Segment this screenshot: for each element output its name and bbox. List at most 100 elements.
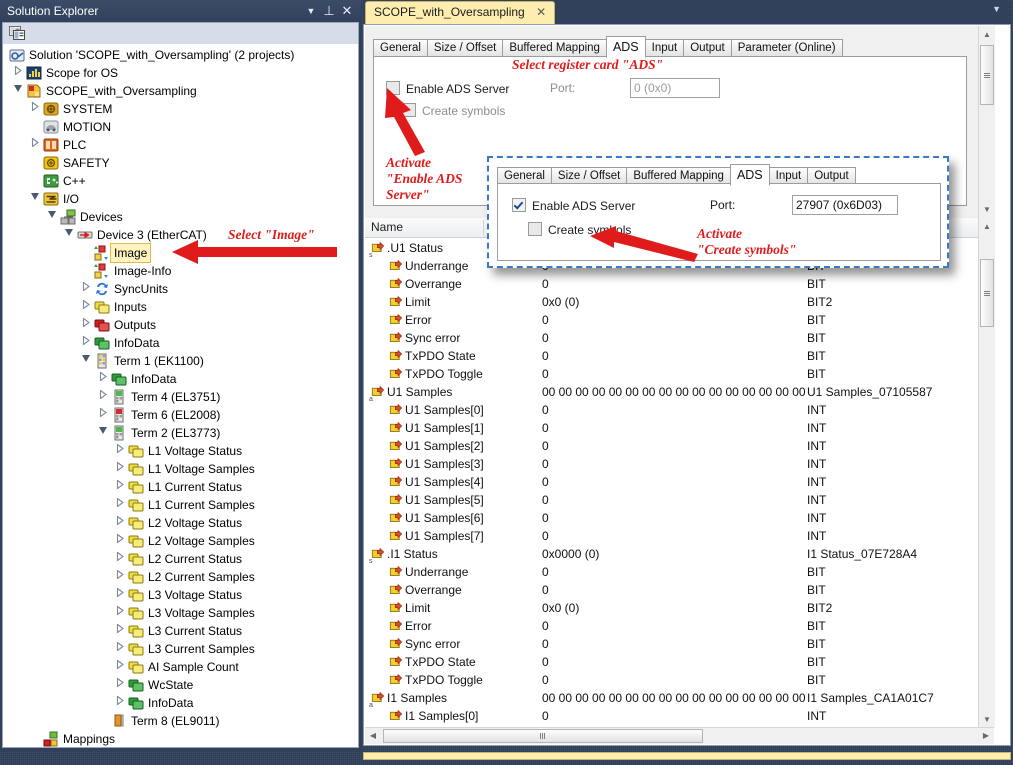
table-row[interactable]: s .I1 Status 0x0000 (0) I1 Status_07E728A4: [365, 545, 995, 565]
tree-item-c[interactable]: C++: [3, 172, 356, 190]
tree-item-system[interactable]: SYSTEM: [3, 100, 356, 118]
triangle-expanded-icon[interactable]: [80, 352, 92, 370]
table-row[interactable]: a U1 Samples 00 00 00 00 00 00 00 00 00 00…: [365, 383, 995, 403]
table-row[interactable]: U1 Samples[7] 0 INT: [365, 527, 995, 545]
triangle-collapsed-icon[interactable]: [114, 532, 126, 550]
column-header-name[interactable]: Name: [365, 218, 403, 237]
triangle-collapsed-icon[interactable]: [114, 478, 126, 496]
tree-item-l2-current-samples[interactable]: L2 Current Samples: [3, 568, 356, 586]
triangle-collapsed-icon[interactable]: [80, 280, 92, 298]
table-row[interactable]: TxPDO Toggle 0 BIT: [365, 365, 995, 383]
tree-item-scope-with-oversampling[interactable]: SCOPE_with_Oversampling: [3, 82, 356, 100]
table-row[interactable]: Limit 0x0 (0) BIT2: [365, 599, 995, 617]
tree-item-l2-voltage-status[interactable]: L2 Voltage Status: [3, 514, 356, 532]
triangle-up-icon[interactable]: ▲: [979, 218, 995, 235]
triangle-collapsed-icon[interactable]: [114, 676, 126, 694]
triangle-collapsed-icon[interactable]: [114, 622, 126, 640]
enable-ads-server-checkbox[interactable]: [512, 198, 526, 212]
triangle-right-icon[interactable]: ▶: [978, 728, 994, 744]
triangle-up-icon[interactable]: ▲: [979, 26, 995, 43]
triangle-collapsed-icon[interactable]: [12, 64, 24, 82]
scrollbar-thumb[interactable]: [980, 45, 994, 105]
tab-output[interactable]: Output: [683, 39, 732, 57]
tree-item-l1-voltage-samples[interactable]: L1 Voltage Samples: [3, 460, 356, 478]
triangle-collapsed-icon[interactable]: [114, 514, 126, 532]
scrollbar-thumb[interactable]: [980, 259, 994, 327]
port-input[interactable]: 0 (0x0): [630, 78, 720, 98]
triangle-expanded-icon[interactable]: [12, 82, 24, 100]
tree-item-inputs[interactable]: Inputs: [3, 298, 356, 316]
triangle-collapsed-icon[interactable]: [114, 604, 126, 622]
triangle-collapsed-icon[interactable]: [80, 316, 92, 334]
tab-ads[interactable]: ADS: [729, 164, 770, 186]
tab-size-offset[interactable]: Size / Offset: [426, 39, 504, 57]
triangle-expanded-icon[interactable]: [29, 190, 41, 208]
tree-item-l3-voltage-status[interactable]: L3 Voltage Status: [3, 586, 356, 604]
tree-item-l1-current-samples[interactable]: L1 Current Samples: [3, 496, 356, 514]
table-row[interactable]: Overrange 0 BIT: [365, 275, 995, 293]
tree-item-l3-voltage-samples[interactable]: L3 Voltage Samples: [3, 604, 356, 622]
tree-item-infodata[interactable]: InfoData: [3, 694, 356, 712]
tree-item-ai-sample-count[interactable]: AI Sample Count: [3, 658, 356, 676]
solution-explorer-tree-container[interactable]: Solution 'SCOPE_with_Oversampling' (2 pr…: [2, 44, 359, 748]
triangle-down-icon[interactable]: ▼: [979, 711, 995, 728]
tree-item-l1-current-status[interactable]: L1 Current Status: [3, 478, 356, 496]
table-row[interactable]: TxPDO State 0 BIT: [365, 653, 995, 671]
table-row[interactable]: U1 Samples[6] 0 INT: [365, 509, 995, 527]
tree-item-infodata[interactable]: InfoData: [3, 334, 356, 352]
tree-item-infodata[interactable]: InfoData: [3, 370, 356, 388]
tree-item-safety[interactable]: SAFETY: [3, 154, 356, 172]
triangle-collapsed-icon[interactable]: [114, 460, 126, 478]
tree-item-plc[interactable]: PLC: [3, 136, 356, 154]
triangle-collapsed-icon[interactable]: [114, 694, 126, 712]
table-row[interactable]: I1 Samples[0] 0 INT: [365, 707, 995, 725]
tree-item-motion[interactable]: MOTION: [3, 118, 356, 136]
table-row[interactable]: Sync error 0 BIT: [365, 329, 995, 347]
triangle-collapsed-icon[interactable]: [114, 496, 126, 514]
triangle-expanded-icon[interactable]: [46, 208, 58, 226]
chevron-down-icon[interactable]: ▼: [303, 0, 319, 22]
tree-item-l3-current-status[interactable]: L3 Current Status: [3, 622, 356, 640]
tree-item-wcstate[interactable]: WcState: [3, 676, 356, 694]
tree-item-l2-current-status[interactable]: L2 Current Status: [3, 550, 356, 568]
triangle-collapsed-icon[interactable]: [80, 298, 92, 316]
tree-item-term-8-el9011[interactable]: Term 8 (EL9011): [3, 712, 356, 730]
triangle-collapsed-icon[interactable]: [29, 136, 41, 154]
tree-item-term-6-el2008[interactable]: Term 6 (EL2008): [3, 406, 356, 424]
tab-general[interactable]: General: [373, 39, 428, 57]
scrollbar-thumb[interactable]: [383, 729, 703, 743]
close-icon[interactable]: ✕: [536, 2, 546, 23]
tab-parameter-online[interactable]: Parameter (Online): [730, 39, 843, 57]
table-row[interactable]: U1 Samples[2] 0 INT: [365, 437, 995, 455]
tree-item-scope-for-os[interactable]: Scope for OS: [3, 64, 356, 82]
triangle-collapsed-icon[interactable]: [114, 640, 126, 658]
tree-item-syncunits[interactable]: SyncUnits: [3, 280, 356, 298]
table-row[interactable]: U1 Samples[1] 0 INT: [365, 419, 995, 437]
table-hscrollbar[interactable]: ◀ ▶: [365, 727, 994, 744]
tree-item-l2-voltage-samples[interactable]: L2 Voltage Samples: [3, 532, 356, 550]
triangle-expanded-icon[interactable]: [63, 226, 75, 244]
chevron-down-icon[interactable]: ▼: [992, 4, 1001, 14]
tree-item-term-2-el3773[interactable]: Term 2 (EL3773): [3, 424, 356, 442]
overlay-enable-ads-server-row[interactable]: Enable ADS Server: [512, 198, 635, 213]
table-row[interactable]: Error 0 BIT: [365, 311, 995, 329]
tab-buffered-mapping[interactable]: Buffered Mapping: [502, 39, 607, 57]
close-icon[interactable]: ✕: [339, 0, 355, 22]
table-row[interactable]: Sync error 0 BIT: [365, 635, 995, 653]
create-symbols-checkbox[interactable]: [528, 222, 542, 236]
table-row[interactable]: U1 Samples[0] 0 INT: [365, 401, 995, 419]
triangle-collapsed-icon[interactable]: [97, 388, 109, 406]
tree-item-term-1-ek1100[interactable]: Term 1 (EK1100): [3, 352, 356, 370]
tree-item-l3-current-samples[interactable]: L3 Current Samples: [3, 640, 356, 658]
triangle-down-icon[interactable]: ▼: [979, 201, 995, 218]
table-row[interactable]: TxPDO Toggle 0 BIT: [365, 671, 995, 689]
triangle-collapsed-icon[interactable]: [114, 658, 126, 676]
triangle-collapsed-icon[interactable]: [29, 100, 41, 118]
property-page-vscrollbar[interactable]: ▲ ▼: [978, 26, 995, 218]
triangle-expanded-icon[interactable]: [97, 424, 109, 442]
triangle-collapsed-icon[interactable]: [114, 586, 126, 604]
table-row[interactable]: U1 Samples[5] 0 INT: [365, 491, 995, 509]
tree-item-devices[interactable]: Devices: [3, 208, 356, 226]
triangle-collapsed-icon[interactable]: [114, 442, 126, 460]
table-row[interactable]: U1 Samples[3] 0 INT: [365, 455, 995, 473]
